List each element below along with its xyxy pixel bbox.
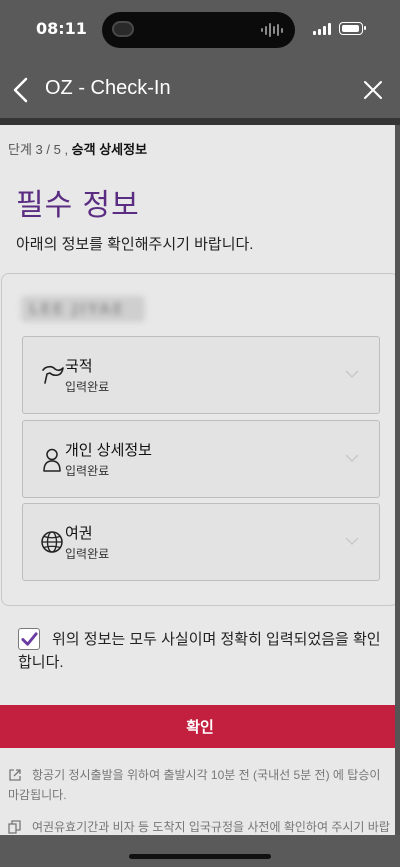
passenger-card: LEE JIYAE 국적 입력완료 개인 상세정보 입력완료 여권 입력완료 <box>1 273 395 606</box>
notice-text: 항공기 정시출발을 위하여 출발시각 10분 전 (국내선 5분 전) 에 탑승… <box>8 768 381 802</box>
step-prefix: 단계 3 / 5 , <box>8 142 72 157</box>
external-link-icon <box>9 769 21 781</box>
status-bar: 08:11 <box>0 0 400 62</box>
app-title: OZ - Check-In <box>45 77 171 99</box>
status-time: 08:11 <box>36 19 87 38</box>
step-indicator: 단계 3 / 5 , 승객 상세정보 <box>8 139 147 158</box>
live-activity-icon <box>112 21 134 37</box>
home-indicator[interactable] <box>129 854 271 859</box>
main-content: 단계 3 / 5 , 승객 상세정보 필수 정보 아래의 정보를 확인해주시기 … <box>0 125 395 835</box>
passenger-name-text: LEE JIYAE <box>29 300 125 318</box>
page-title: 필수 정보 <box>16 189 140 222</box>
app-bar: OZ - Check-In <box>0 62 400 118</box>
step-current: 승객 상세정보 <box>71 142 148 157</box>
scroll-rail <box>395 125 400 835</box>
chevron-down-icon <box>345 537 359 546</box>
chevron-down-icon <box>345 370 359 379</box>
flag-icon <box>42 365 64 384</box>
chevron-left-icon <box>13 77 28 103</box>
close-icon <box>364 81 382 99</box>
section-status: 입력완료 <box>65 464 110 478</box>
confirm-button[interactable]: 확인 <box>0 705 395 748</box>
globe-icon <box>41 531 63 553</box>
section-passport[interactable]: 여권 입력완료 <box>22 503 380 581</box>
home-bar-area <box>0 835 400 867</box>
section-nationality[interactable]: 국적 입력완료 <box>22 336 380 414</box>
document-icon <box>8 820 21 834</box>
passenger-name: LEE JIYAE <box>21 296 145 322</box>
section-label: 국적 <box>65 358 93 375</box>
notice-text: 여권유효기간과 비자 등 도착지 입국규정을 사전에 확인하여 주시기 바랍니다… <box>32 820 390 834</box>
section-status: 입력완료 <box>65 380 110 394</box>
checkmark-icon <box>21 632 38 646</box>
back-button[interactable] <box>8 74 38 106</box>
chevron-down-icon <box>345 454 359 463</box>
dynamic-island <box>102 12 295 48</box>
section-status: 입력완료 <box>65 547 110 561</box>
close-button[interactable] <box>360 77 386 103</box>
person-icon <box>43 448 61 472</box>
battery-icon <box>339 22 366 35</box>
page-subtitle: 아래의 정보를 확인해주시기 바랍니다. <box>16 236 254 253</box>
section-label: 개인 상세정보 <box>65 442 152 459</box>
audio-wave-icon <box>261 22 283 38</box>
section-personal-details[interactable]: 개인 상세정보 입력완료 <box>22 420 380 498</box>
notice-passport: 여권유효기간과 비자 등 도착지 입국규정을 사전에 확인하여 주시기 바랍니다… <box>8 817 392 835</box>
agreement-checkbox[interactable] <box>18 628 40 650</box>
agreement-text: 위의 정보는 모두 사실이며 정확히 입력되었음을 확인합니다. <box>18 631 381 671</box>
notice-boarding: 항공기 정시출발을 위하여 출발시각 10분 전 (국내선 5분 전) 에 탑승… <box>8 765 392 805</box>
signal-icon <box>313 23 333 35</box>
section-label: 여권 <box>65 525 93 542</box>
header-divider <box>0 118 400 125</box>
